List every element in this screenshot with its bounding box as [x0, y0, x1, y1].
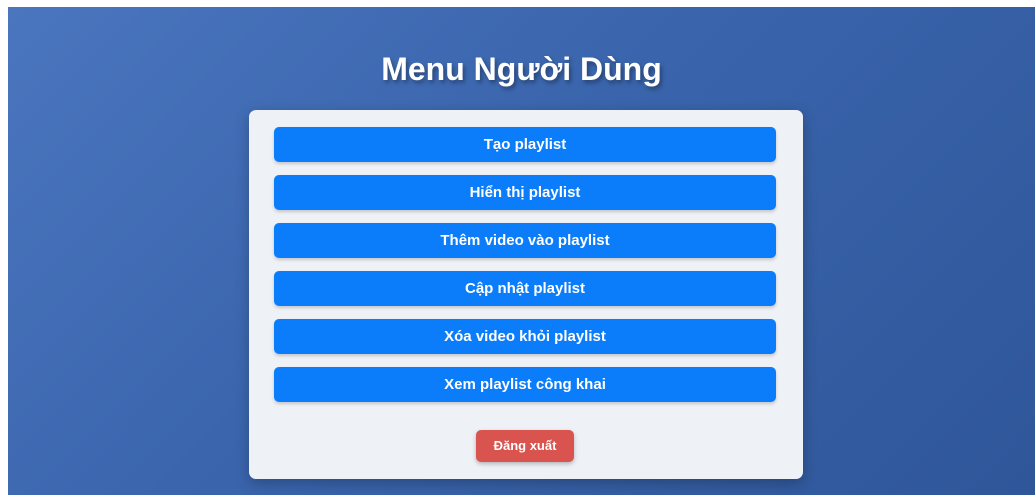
logout-button[interactable]: Đăng xuất	[476, 430, 574, 462]
remove-video-from-playlist-button[interactable]: Xóa video khỏi playlist	[274, 319, 776, 354]
menu-card: Tạo playlist Hiển thị playlist Thêm vide…	[249, 110, 803, 479]
view-public-playlists-button[interactable]: Xem playlist công khai	[274, 367, 776, 402]
page-background: Menu Người Dùng Tạo playlist Hiển thị pl…	[8, 7, 1035, 495]
add-video-to-playlist-button[interactable]: Thêm video vào playlist	[274, 223, 776, 258]
update-playlist-button[interactable]: Cập nhật playlist	[274, 271, 776, 306]
create-playlist-button[interactable]: Tạo playlist	[274, 127, 776, 162]
menu-list: Tạo playlist Hiển thị playlist Thêm vide…	[274, 127, 776, 415]
show-playlist-button[interactable]: Hiển thị playlist	[274, 175, 776, 210]
page-title: Menu Người Dùng	[381, 51, 662, 87]
